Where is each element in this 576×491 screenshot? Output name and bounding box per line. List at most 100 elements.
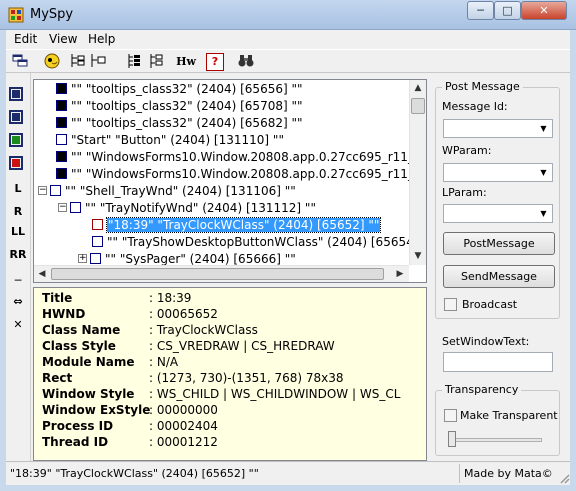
tree-horizontal-scrollbar[interactable]: ◀ ▶ <box>34 265 409 282</box>
tree-node[interactable]: "" "WindowsForms10.Window.20808.app.0.27… <box>56 165 427 183</box>
tree-node-label: "" "WindowsForms10.Window.20808.app.0.27… <box>71 150 427 164</box>
expand-node-icon[interactable]: + <box>78 254 87 263</box>
window-title: MySpy <box>30 7 74 22</box>
style-window-blue-icon[interactable] <box>9 110 23 124</box>
scroll-up-icon[interactable]: ▲ <box>410 80 426 96</box>
set-window-text-input[interactable] <box>443 352 553 372</box>
hwnd-icon[interactable]: Hw <box>176 52 196 72</box>
collapse-tree-icon[interactable] <box>88 52 108 72</box>
broadcast-label: Broadcast <box>462 298 518 311</box>
menu-bar: Edit View Help <box>6 30 570 49</box>
tree-node-label: "Start" "Button" (2404) [131110] "" <box>71 133 284 147</box>
window-node-icon <box>56 100 67 111</box>
app-icon <box>8 7 24 23</box>
property-value: : TrayClockWClass <box>149 323 258 337</box>
status-credit: Made by Mata© <box>464 467 553 480</box>
tree-node[interactable]: − "" "Shell_TrayWnd" (2404) [131106] "" <box>38 182 296 200</box>
property-key: Module Name <box>42 355 135 369</box>
tree-list-alt-icon[interactable] <box>146 52 166 72</box>
transparency-slider-thumb[interactable] <box>448 431 456 447</box>
tree-list-icon[interactable] <box>124 52 144 72</box>
menu-help[interactable]: Help <box>88 32 115 46</box>
spy-finder-icon[interactable] <box>42 52 62 72</box>
tree-node[interactable]: "" "tooltips_class32" (2404) [65656] "" <box>56 80 303 98</box>
tree-node[interactable]: "" "tooltips_class32" (2404) [65682] "" <box>56 114 303 132</box>
window-tree-icon[interactable] <box>10 52 30 72</box>
status-bar: "18:39" "TrayClockWClass" (2404) [65652]… <box>6 461 570 485</box>
tree-vertical-scrollbar[interactable]: ▲ ▼ <box>409 80 426 265</box>
scroll-left-icon[interactable]: ◀ <box>34 266 50 282</box>
tree-node-label: "" "WindowsForms10.Window.20808.app.0.27… <box>71 167 427 181</box>
close-target-icon[interactable]: ✕ <box>9 316 27 334</box>
align-left-left-button[interactable]: LL <box>9 223 27 241</box>
property-key: Rect <box>42 371 73 385</box>
lparam-select[interactable]: ▼ <box>443 204 553 223</box>
window-tree[interactable]: "" "tooltips_class32" (2404) [65656] "" … <box>33 79 427 283</box>
tree-node[interactable]: − "" "TrayNotifyWnd" (2404) [131112] "" <box>58 199 316 217</box>
post-message-button[interactable]: PostMessage <box>443 232 555 255</box>
property-value: : CS_VREDRAW | CS_HREDRAW <box>149 339 335 353</box>
align-right-right-button[interactable]: RR <box>9 246 27 264</box>
help-icon[interactable]: ? <box>206 53 224 71</box>
property-key: Process ID <box>42 419 114 433</box>
menu-edit[interactable]: Edit <box>14 32 37 46</box>
expand-tree-icon[interactable] <box>68 52 88 72</box>
window-node-icon <box>56 83 67 94</box>
menu-view[interactable]: View <box>49 32 77 46</box>
properties-pane: Title: 18:39 HWND: 00065652 Class Name: … <box>33 287 427 461</box>
message-id-label: Message Id: <box>442 100 508 113</box>
tree-node[interactable]: "" "tooltips_class32" (2404) [65708] "" <box>56 97 303 115</box>
chevron-down-icon[interactable]: ▼ <box>536 206 551 221</box>
scroll-right-icon[interactable]: ▶ <box>392 266 408 282</box>
property-value: : (1273, 730)-(1351, 768) 78x38 <box>149 371 344 385</box>
make-transparent-checkbox[interactable] <box>444 409 457 422</box>
window-node-icon <box>50 185 61 196</box>
tree-node-label: "18:39" "TrayClockWClass" (2404) [65652]… <box>105 217 382 233</box>
style-window-dark-icon[interactable] <box>9 87 23 101</box>
tree-node[interactable]: "" "WindowsForms10.Window.20808.app.0.27… <box>56 148 427 166</box>
window-node-icon <box>56 117 67 128</box>
resize-target-icon[interactable]: ⇔ <box>9 293 27 311</box>
scroll-thumb[interactable] <box>51 268 384 280</box>
tree-node[interactable]: "Start" "Button" (2404) [131110] "" <box>56 131 284 149</box>
align-right-button[interactable]: R <box>9 203 27 221</box>
minimize-button[interactable]: ─ <box>467 1 494 20</box>
property-key: Window ExStyle <box>42 403 151 417</box>
tree-node-label: "" "TrayShowDesktopButtonWClass" (2404) … <box>107 235 427 249</box>
property-key: Thread ID <box>42 435 109 449</box>
maximize-button[interactable]: □ <box>494 1 521 20</box>
property-value: : 00001212 <box>149 435 218 449</box>
status-text: "18:39" "TrayClockWClass" (2404) [65652]… <box>10 467 259 480</box>
window-node-icon <box>56 134 67 145</box>
resize-grip-icon[interactable] <box>558 472 570 484</box>
wparam-select[interactable]: ▼ <box>443 163 553 182</box>
minimize-target-icon[interactable]: ─ <box>9 272 27 290</box>
align-left-button[interactable]: L <box>9 180 27 198</box>
tree-node[interactable]: "" "TrayShowDesktopButtonWClass" (2404) … <box>92 233 427 251</box>
chevron-down-icon[interactable]: ▼ <box>536 121 551 136</box>
make-transparent-label: Make Transparent <box>460 409 558 422</box>
post-message-group: Post Message Message Id: ▼ WParam: ▼ LPa… <box>435 80 560 319</box>
style-window-green-icon[interactable] <box>9 133 23 147</box>
chevron-down-icon[interactable]: ▼ <box>536 165 551 180</box>
scroll-down-icon[interactable]: ▼ <box>410 248 426 264</box>
broadcast-checkbox[interactable] <box>444 298 457 311</box>
style-window-red-icon[interactable] <box>9 156 23 170</box>
collapse-node-icon[interactable]: − <box>58 203 67 212</box>
transparency-group-label: Transparency <box>442 383 522 396</box>
transparency-slider-track[interactable] <box>452 438 542 442</box>
tree-node-selected[interactable]: "18:39" "TrayClockWClass" (2404) [65652]… <box>92 216 382 234</box>
property-key: HWND <box>42 307 86 321</box>
window-node-icon <box>56 151 67 162</box>
collapse-node-icon[interactable]: − <box>38 186 47 195</box>
property-value: : N/A <box>149 355 179 369</box>
scroll-thumb[interactable] <box>411 98 425 114</box>
send-message-button[interactable]: SendMessage <box>443 265 555 288</box>
property-key: Class Style <box>42 339 116 353</box>
close-button[interactable]: ✕ <box>521 1 567 20</box>
message-id-select[interactable]: ▼ <box>443 119 553 138</box>
property-key: Class Name <box>42 323 121 337</box>
binoculars-icon[interactable] <box>236 52 256 72</box>
property-value: : WS_CHILD | WS_CHILDWINDOW | WS_CL <box>149 387 401 401</box>
transparency-group: Transparency Make Transparent <box>435 383 560 456</box>
